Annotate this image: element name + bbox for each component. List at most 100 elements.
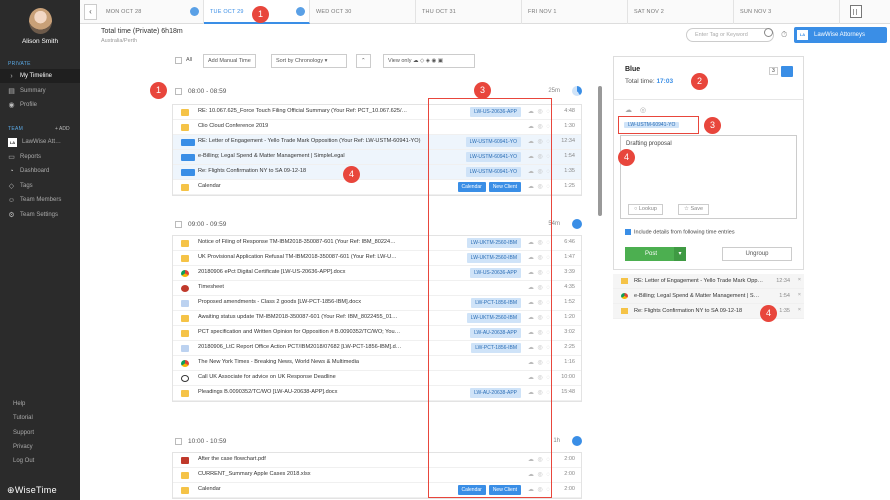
selected-tag[interactable]: LW-USTM-60941-YO — [624, 120, 680, 130]
entry-action-icons[interactable]: ☁ ◎ ◌ — [528, 329, 551, 336]
entry-action-icons[interactable]: ☁ ◎ ◌ — [528, 471, 551, 478]
avatar[interactable] — [29, 8, 52, 34]
tag-chip[interactable]: LW-USTM-60941-YO — [465, 137, 521, 147]
organization-button[interactable]: LA LawWise Attorneys — [794, 27, 887, 43]
view-only-filter[interactable]: View only ☁ ◇ ◈ ◉ ▣ — [383, 54, 475, 68]
ungroup-button[interactable]: Ungroup — [722, 247, 792, 261]
post-button[interactable]: Post — [625, 247, 686, 261]
tag-chip[interactable]: LW-AU-20638-APP — [470, 388, 521, 398]
group-checkbox[interactable] — [175, 221, 182, 228]
collapse-button[interactable]: ⌃ — [356, 54, 371, 68]
entry-action-icons[interactable]: ☁ ◎ ◌ — [528, 239, 551, 246]
date-tab-wed[interactable]: WED OCT 30 — [310, 0, 416, 24]
table-row[interactable]: 20180906 ePct Digital Certificate [LW-US… — [173, 266, 581, 281]
entry-action-icons[interactable]: ☁ ◎ ◌ — [528, 183, 551, 190]
remove-icon[interactable]: × — [798, 292, 801, 298]
entry-action-icons[interactable]: ☁ ◎ ◌ — [528, 108, 551, 115]
table-row[interactable]: The New York Times - Breaking News, Worl… — [173, 356, 581, 371]
table-row[interactable]: Clio Cloud Conference 2019 ☁ ◎ ◌ 1:30 — [173, 120, 581, 135]
search-icon[interactable] — [764, 28, 773, 37]
entry-action-icons[interactable]: ☁ ◎ ◌ — [528, 456, 551, 463]
sidebar-item-reports[interactable]: ▭ Reports — [0, 150, 80, 164]
tag-chip[interactable]: LW-USTM-60941-YO — [465, 167, 521, 177]
sidebar-item-team[interactable]: LA LawWise Att… — [0, 135, 80, 149]
remove-icon[interactable]: × — [798, 307, 801, 313]
select-all-checkbox[interactable] — [175, 57, 182, 64]
entry-action-icons[interactable]: ☁ ◎ ◌ — [528, 389, 551, 396]
date-tab-fri[interactable]: FRI NOV 1 — [522, 0, 628, 24]
table-row[interactable]: Calendar Calendar New Client ☁ ◎ ◌ 1:25 — [173, 180, 581, 195]
entry-action-icons[interactable]: ☁ ◎ ◌ — [528, 123, 551, 130]
group-checkbox[interactable] — [175, 438, 182, 445]
table-row[interactable]: Awaiting status update TM-IBM2018-350087… — [173, 311, 581, 326]
table-row[interactable]: After the case flowchart.pdf ☁ ◎ ◌ 2:00 — [173, 453, 581, 468]
table-row[interactable]: CURRENT_Summary Apple Cases 2018.xlsx ☁ ◎… — [173, 468, 581, 483]
entry-action-icons[interactable]: ☁ ◎ ◌ — [528, 314, 551, 321]
entry-action-icons[interactable]: ☁ ◎ ◌ — [528, 359, 551, 366]
cloud-icon[interactable]: ☁ — [625, 106, 632, 114]
entry-action-icons[interactable]: ☁ ◎ ◌ — [528, 299, 551, 306]
table-row[interactable]: Calendar Calendar New Client ☁ ◎ ◌ 2:00 — [173, 483, 581, 498]
prev-week-button[interactable]: ‹ — [84, 4, 97, 20]
table-row[interactable]: e-Billing; Legal Spend & Matter Manageme… — [173, 150, 581, 165]
sidebar-item-tags[interactable]: ◇ Tags — [0, 179, 80, 193]
sidebar-item-dashboard[interactable]: ◔ Dashboard — [0, 164, 80, 178]
table-row[interactable]: Notice of Filing of Response TM-IBM2018-… — [173, 236, 581, 251]
entry-action-icons[interactable]: ☁ ◎ ◌ — [528, 486, 551, 493]
timer-icon[interactable]: ⏱ — [781, 30, 787, 40]
date-tab-thu[interactable]: THU OCT 31 — [416, 0, 522, 24]
date-tab-sun[interactable]: SUN NOV 3 — [734, 0, 840, 24]
include-details-checkbox[interactable] — [625, 229, 631, 235]
table-row[interactable]: 20180906_LtC Report Office Action PCT/IB… — [173, 341, 581, 356]
entry-action-icons[interactable]: ☁ ◎ ◌ — [528, 269, 551, 276]
table-row[interactable]: Re: Flights Confirmation NY to SA 09-12-… — [173, 165, 581, 180]
tag-chip[interactable]: LW-UKTM-2560-IBM — [466, 238, 521, 248]
sidebar-item-tutorial[interactable]: Tutorial — [0, 411, 80, 425]
entry-action-icons[interactable]: ☁ ◎ ◌ — [528, 284, 551, 291]
sidebar-item-profile[interactable]: ◉ Profile — [0, 98, 80, 112]
tag-chip[interactable]: Calendar — [457, 182, 486, 192]
tag-chip[interactable]: LW-PCT-1856-IBM — [471, 298, 521, 308]
tag-chip[interactable]: LW-UKTM-2560-IBM — [466, 253, 521, 263]
include-details-option[interactable]: Include details from following time entr… — [625, 229, 735, 235]
entry-action-icons[interactable]: ☁ ◎ ◌ — [528, 168, 551, 175]
sidebar-item-summary[interactable]: ▤ Summary — [0, 84, 80, 98]
table-row[interactable]: RE: 10.067.625_Force Touch Filing Offici… — [173, 105, 581, 120]
pin-icon[interactable]: ◎ — [640, 106, 646, 114]
tag-chip[interactable]: New Client — [488, 485, 521, 495]
table-row[interactable]: PCT specification and Written Opinion fo… — [173, 326, 581, 341]
add-team-button[interactable]: + ADD — [55, 126, 70, 132]
tag-chip[interactable]: LW-USTM-60941-YO — [465, 152, 521, 162]
entry-action-icons[interactable]: ☁ ◎ ◌ — [528, 153, 551, 160]
table-row[interactable]: Timesheet ☁ ◎ ◌ 4:35 — [173, 281, 581, 296]
tag-chip[interactable]: LW-PCT-1856-IBM — [471, 343, 521, 353]
calendar-icon[interactable] — [850, 5, 862, 18]
grouped-entry-row[interactable]: e-Billing; Legal Spend & Matter Manageme… — [613, 289, 804, 304]
tag-chip[interactable]: Calendar — [457, 485, 486, 495]
table-row[interactable]: Proposed amendments - Class 2 goods [LW-… — [173, 296, 581, 311]
sidebar-item-team-settings[interactable]: ⚙ Team Settings — [0, 208, 80, 222]
lookup-button[interactable]: ○ Lookup — [628, 204, 663, 215]
sidebar-item-team-members[interactable]: ☺ Team Members — [0, 193, 80, 207]
add-manual-time-button[interactable]: Add Manual Time — [203, 54, 256, 68]
date-tab-mon[interactable]: MON OCT 28 — [100, 0, 204, 24]
group-checkbox[interactable] — [175, 88, 182, 95]
search-input[interactable]: Enter Tag or Keyword — [686, 28, 774, 42]
table-row[interactable]: Pleadings B.0090352/TC/WO [LW-AU-20638-A… — [173, 386, 581, 401]
table-row[interactable]: Call UK Associate for advice on UK Respo… — [173, 371, 581, 386]
entry-action-icons[interactable]: ☁ ◎ ◌ — [528, 138, 551, 145]
save-button[interactable]: ☆ Save — [678, 204, 710, 215]
entry-action-icons[interactable]: ☁ ◎ ◌ — [528, 254, 551, 261]
tag-chip[interactable]: New Client — [488, 182, 521, 192]
tag-chip[interactable]: LW-AU-20638-APP — [470, 328, 521, 338]
remove-icon[interactable]: × — [798, 277, 801, 283]
sidebar-item-support[interactable]: Support — [0, 426, 80, 440]
table-row[interactable]: UK Provisional Application Refusal TM-IB… — [173, 251, 581, 266]
sidebar-item-help[interactable]: Help — [0, 397, 80, 411]
date-tab-sat[interactable]: SAT NOV 2 — [628, 0, 734, 24]
tag-chip[interactable]: LW-UKTM-2560-IBM — [466, 313, 521, 323]
entry-action-icons[interactable]: ☁ ◎ ◌ — [528, 344, 551, 351]
scrollbar[interactable] — [598, 86, 602, 216]
sidebar-item-logout[interactable]: Log Out — [0, 454, 80, 468]
tag-chip[interactable]: LW-US-20636-APP — [470, 107, 521, 117]
